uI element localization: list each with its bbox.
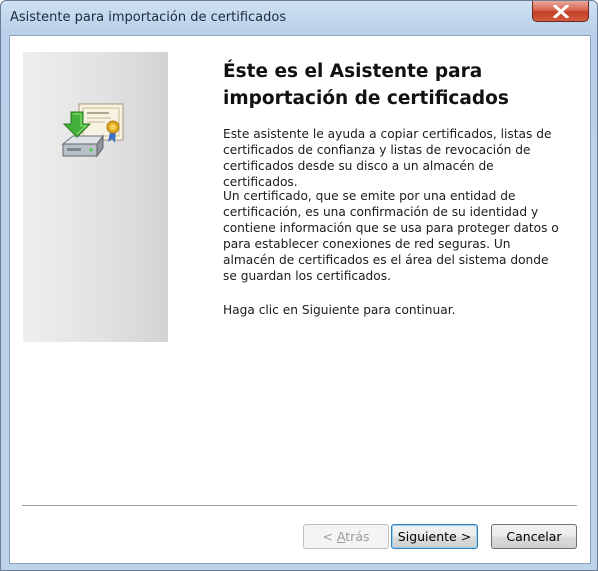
back-label-prefix: < <box>322 529 337 544</box>
next-button[interactable]: Siguiente > <box>391 524 478 549</box>
back-label-rest: trás <box>345 529 370 544</box>
close-icon <box>553 5 569 18</box>
description-paragraph: Este asistente le ayuda a copiar certifi… <box>223 127 552 189</box>
wizard-content: Éste es el Asistente para importación de… <box>9 35 591 564</box>
wizard-side-panel <box>23 52 168 342</box>
window-title: Asistente para importación de certificad… <box>10 10 287 25</box>
heading-line-2: importación de certificados <box>223 88 509 109</box>
certificate-import-icon <box>61 103 124 158</box>
title-bar[interactable]: Asistente para importación de certificad… <box>1 1 597 35</box>
cancel-button[interactable]: Cancelar <box>491 524 577 549</box>
continue-instruction: Haga clic en Siguiente para continuar. <box>223 303 456 317</box>
heading-line-1: Éste es el Asistente para <box>223 61 483 82</box>
wizard-window: Asistente para importación de certificad… <box>0 0 598 571</box>
button-separator <box>22 505 577 507</box>
certificate-explanation-paragraph: Un certificado, que se emite por una ent… <box>223 189 559 283</box>
wizard-heading: Éste es el Asistente para importación de… <box>223 58 563 112</box>
back-button[interactable]: < Atrás <box>303 524 389 549</box>
close-button[interactable] <box>532 1 589 22</box>
